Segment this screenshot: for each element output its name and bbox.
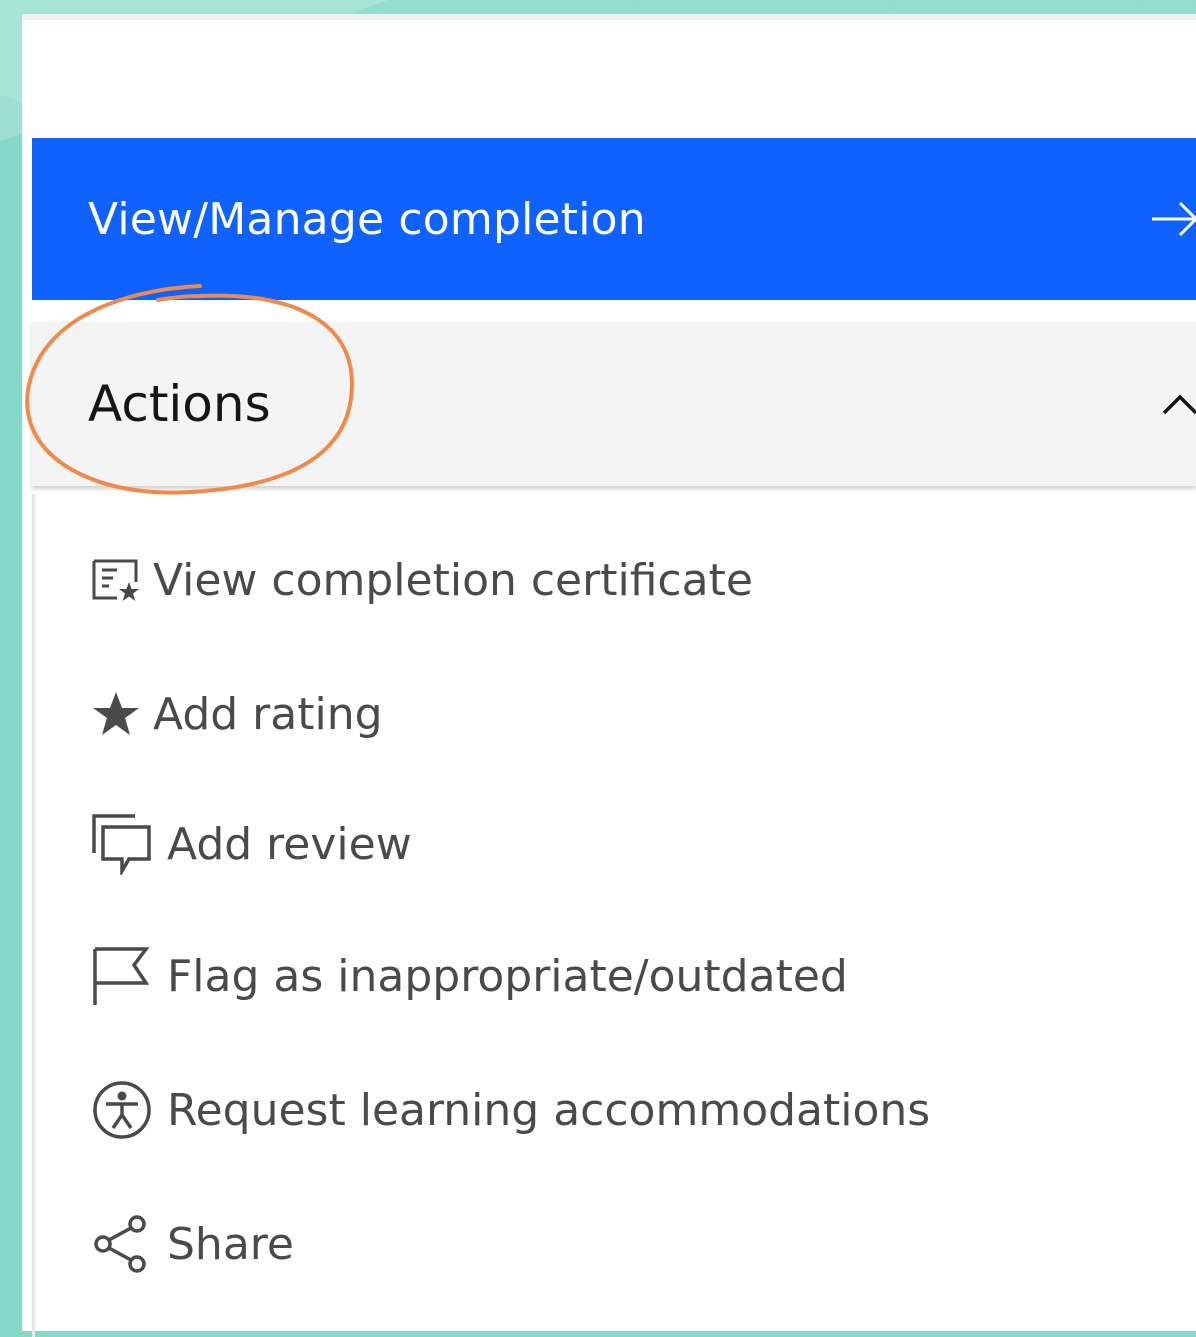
menu-item-label: Share (167, 1218, 294, 1270)
menu-item-share[interactable]: Share (91, 1204, 294, 1284)
chat-bubble-icon (91, 813, 167, 875)
star-icon (91, 683, 153, 745)
menu-item-add-review[interactable]: Add review (91, 804, 412, 884)
actions-panel: View/Manage completion Actions View comp… (22, 14, 1196, 1337)
view-manage-completion-label: View/Manage completion (88, 193, 646, 245)
accessibility-icon (91, 1079, 167, 1141)
menu-item-flag[interactable]: Flag as inappropriate/outdated (91, 936, 848, 1016)
menu-item-label: Add review (167, 818, 412, 870)
chevron-up-icon (1162, 394, 1196, 415)
certificate-icon (91, 549, 153, 611)
actions-title: Actions (88, 375, 271, 433)
actions-menu: View completion certificate Add rating A… (32, 494, 1196, 1337)
menu-item-add-rating[interactable]: Add rating (91, 674, 383, 754)
arrow-right-icon (1152, 201, 1196, 237)
menu-item-label: View completion certificate (153, 554, 753, 606)
flag-icon (91, 945, 167, 1007)
actions-accordion-header[interactable]: Actions (32, 322, 1196, 486)
share-icon (91, 1213, 167, 1275)
menu-item-label: Request learning accommodations (167, 1084, 931, 1136)
menu-item-accommodations[interactable]: Request learning accommodations (91, 1070, 930, 1150)
menu-item-label: Flag as inappropriate/outdated (167, 950, 848, 1002)
menu-item-label: Add rating (153, 688, 383, 740)
menu-item-view-certificate[interactable]: View completion certificate (91, 540, 753, 620)
view-manage-completion-button[interactable]: View/Manage completion (32, 138, 1196, 300)
